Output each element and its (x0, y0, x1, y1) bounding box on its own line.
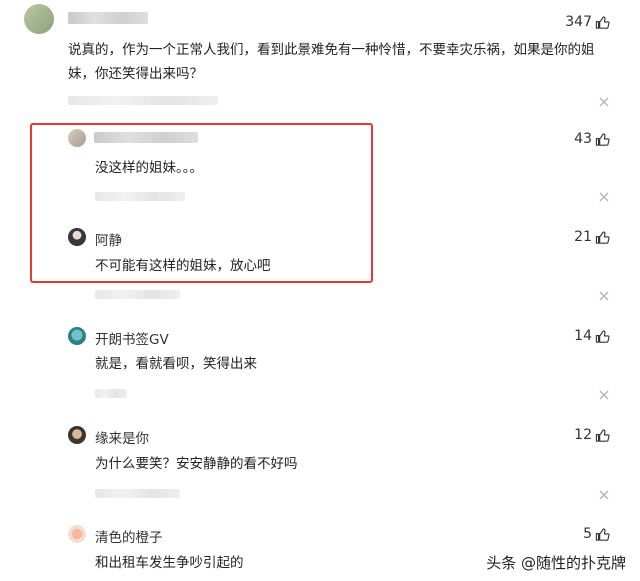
avatar[interactable] (68, 228, 86, 246)
thumbs-up-icon (595, 330, 610, 343)
avatar[interactable] (68, 525, 86, 543)
username[interactable]: 阿静 (95, 229, 122, 249)
dismiss-button[interactable] (598, 489, 610, 501)
username[interactable]: 开朗书签GV (95, 328, 169, 348)
comment-meta-blurred (95, 389, 127, 398)
close-icon (599, 390, 609, 400)
username-blurred[interactable] (94, 132, 198, 143)
dismiss-button[interactable] (598, 191, 610, 203)
like-count: 21 (574, 229, 592, 245)
username[interactable]: 缘来是你 (95, 427, 149, 447)
comment-text: 没这样的姐妹。。。 (95, 160, 203, 176)
close-icon (599, 97, 609, 107)
like-count: 347 (565, 14, 592, 30)
thumbs-up-icon (595, 133, 610, 146)
like-button[interactable]: 5 (583, 526, 610, 542)
dismiss-button[interactable] (598, 96, 610, 108)
avatar[interactable] (68, 129, 86, 147)
comment-text: 说真的，作为一个正常人我们，看到此景难免有一种怜惜，不要幸灾乐祸，如果是你的姐 (68, 42, 595, 58)
comment-text: 和出租车发生争吵引起的 (95, 555, 244, 571)
like-button[interactable]: 43 (574, 131, 610, 147)
close-icon (599, 291, 609, 301)
thumbs-up-icon (595, 528, 610, 541)
like-button[interactable]: 14 (574, 328, 610, 344)
like-button[interactable]: 347 (565, 14, 610, 30)
like-button[interactable]: 21 (574, 229, 610, 245)
dismiss-button[interactable] (598, 389, 610, 401)
avatar[interactable] (68, 426, 86, 444)
avatar[interactable] (68, 327, 86, 345)
close-icon (599, 192, 609, 202)
comment-meta-blurred (95, 290, 180, 299)
close-icon (599, 490, 609, 500)
like-count: 12 (574, 427, 592, 443)
like-button[interactable]: 12 (574, 427, 610, 443)
thumbs-up-icon (595, 16, 610, 29)
comment-text: 不可能有这样的姐妹，放心吧 (95, 258, 271, 274)
like-count: 5 (583, 526, 592, 542)
dismiss-button[interactable] (598, 290, 610, 302)
username[interactable]: 清色的橙子 (95, 526, 163, 546)
comment-meta-blurred (95, 192, 185, 201)
thumbs-up-icon (595, 231, 610, 244)
like-count: 43 (574, 131, 592, 147)
avatar[interactable] (24, 4, 54, 34)
like-count: 14 (574, 328, 592, 344)
comment-meta-blurred (68, 96, 218, 105)
username-blurred[interactable] (68, 12, 148, 24)
comment-text: 为什么要笑？安安静静的看不好吗 (95, 456, 298, 472)
comment-text: 妹，你还笑得出来吗？ (68, 66, 203, 82)
thumbs-up-icon (595, 429, 610, 442)
comment-text: 就是，看就看呗，笑得出来 (95, 356, 257, 372)
comment-meta-blurred (95, 489, 180, 498)
watermark: 头条 @随性的扑克牌 (486, 554, 626, 572)
